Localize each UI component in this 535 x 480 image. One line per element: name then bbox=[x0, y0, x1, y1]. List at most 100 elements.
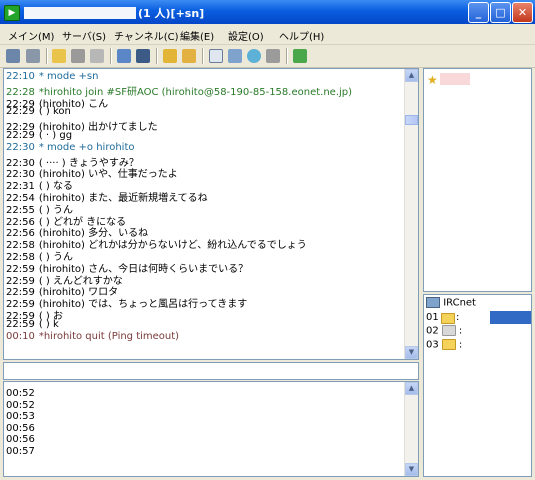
chat-message: (hirohito) 多分、いるね bbox=[38, 228, 149, 240]
server-node[interactable]: IRCnet bbox=[426, 297, 476, 309]
monitor-icon[interactable] bbox=[136, 49, 150, 63]
chat-message: ( ) えんどれすかな bbox=[38, 275, 123, 287]
channel-item[interactable]: 02 : bbox=[426, 325, 462, 337]
exit-icon[interactable] bbox=[293, 49, 307, 63]
chat-timestamp: 22:59 bbox=[6, 311, 35, 322]
server-name: IRCnet bbox=[443, 297, 476, 309]
lock-icon[interactable] bbox=[163, 49, 177, 63]
chat-timestamp: 22:55 bbox=[6, 204, 35, 216]
chat-message: ( ) どれが きになる bbox=[38, 216, 127, 228]
trash-icon[interactable] bbox=[266, 49, 280, 63]
folder-icon bbox=[441, 339, 456, 350]
redacted-nick[interactable] bbox=[440, 73, 470, 85]
channel-item[interactable]: 01 : bbox=[424, 311, 531, 324]
chat-message: (hirohito) さん、今日は何時くらいまでいる？ bbox=[38, 263, 249, 275]
menu-channel[interactable]: チャンネル(C) bbox=[114, 28, 179, 43]
chat-timestamp: 22:59 bbox=[6, 263, 35, 275]
channel-number: 01 bbox=[426, 312, 439, 323]
toolbar-separator bbox=[156, 48, 158, 64]
join-channel-icon[interactable] bbox=[52, 49, 66, 63]
menu-help[interactable]: ヘルプ(H) bbox=[279, 28, 324, 43]
connect-icon[interactable] bbox=[6, 49, 20, 63]
info-log-pane[interactable]: 00:57 00:56 00:56 00:53 00:52 00:52 ▲ ▼ bbox=[3, 381, 419, 477]
server-icon bbox=[426, 297, 440, 308]
channel-name: : bbox=[456, 312, 460, 323]
menu-edit[interactable]: 編集(E) bbox=[180, 28, 214, 43]
channel-name: : bbox=[458, 325, 463, 337]
channel-item[interactable]: 03 : bbox=[426, 339, 462, 351]
minimize-button[interactable]: _ bbox=[468, 2, 489, 23]
toolbar-separator bbox=[46, 48, 48, 64]
server-window-icon[interactable] bbox=[117, 49, 131, 63]
chat-message: *hirohito join #SF研AOC (hirohito@58-190-… bbox=[38, 86, 353, 98]
channel-number: 02 bbox=[426, 325, 439, 337]
part-channel-icon[interactable] bbox=[71, 49, 85, 63]
nick-list-pane[interactable]: ★ bbox=[423, 68, 532, 292]
scroll-up-button[interactable]: ▲ bbox=[405, 382, 418, 395]
chat-message: *hirohito quit (Ping timeout) bbox=[38, 330, 180, 342]
log-timestamp: 00:52 bbox=[6, 399, 35, 411]
log-timestamp: 00:53 bbox=[6, 411, 35, 422]
folder-icon bbox=[441, 325, 456, 336]
scroll-down-button[interactable]: ▼ bbox=[405, 463, 418, 476]
chat-message: (hirohito) また、最近新規増えてるね bbox=[38, 193, 208, 204]
chat-timestamp: 22:10 bbox=[6, 71, 35, 82]
channel-name: : bbox=[458, 339, 463, 351]
chat-message: (hirohito) では、ちょっと風呂は行ってきます bbox=[38, 299, 248, 311]
message-input[interactable] bbox=[3, 362, 419, 380]
chat-timestamp: 22:31 bbox=[6, 181, 35, 193]
chat-message: ( ) お bbox=[38, 311, 63, 322]
op-star-icon: ★ bbox=[427, 73, 438, 87]
toolbar-separator bbox=[202, 48, 204, 64]
menu-settings[interactable]: 設定(O) bbox=[228, 28, 264, 43]
chat-message: * mode +o hirohito bbox=[38, 141, 135, 153]
chat-timestamp: 22:54 bbox=[6, 193, 35, 204]
chat-timestamp: 22:56 bbox=[6, 216, 35, 228]
checklist-icon[interactable] bbox=[209, 49, 223, 63]
chat-log-pane[interactable]: 00:10 *hirohito quit (Ping timeout) 22:59(… bbox=[3, 68, 419, 360]
chat-line: 22:10 * mode +sn bbox=[6, 71, 98, 82]
log-timestamp: 00:52 bbox=[6, 388, 35, 399]
search-icon[interactable] bbox=[228, 49, 242, 63]
chat-timestamp: 22:30 bbox=[6, 169, 35, 181]
chat-timestamp: 22:58 bbox=[6, 252, 35, 263]
close-button[interactable]: ✕ bbox=[512, 2, 533, 23]
chat-message: (hirohito) ワロタ bbox=[38, 287, 119, 299]
chat-line: 22:30( ···· ) きょうやすみ？ bbox=[6, 154, 139, 169]
app-icon[interactable]: ▶ bbox=[4, 5, 20, 21]
maximize-button[interactable]: □ bbox=[490, 2, 511, 23]
title-bar[interactable]: ▶ (1 人)[+sn] _ □ ✕ bbox=[0, 0, 535, 24]
menu-main[interactable]: メイン(M) bbox=[8, 28, 54, 43]
disconnect-icon[interactable] bbox=[26, 49, 40, 63]
info-icon[interactable] bbox=[247, 49, 261, 63]
chat-timestamp: 22:56 bbox=[6, 228, 35, 240]
chat-timestamp: 22:59 bbox=[6, 275, 35, 287]
chat-message: ( ) うん bbox=[38, 204, 73, 216]
chat-message: (hirohito) こん bbox=[38, 98, 109, 110]
chat-line: 22:29 (hirohito) 出かけてました bbox=[6, 118, 158, 133]
scroll-down-button[interactable]: ▼ bbox=[405, 346, 418, 359]
channel-list-icon[interactable] bbox=[90, 49, 104, 63]
chat-message: (hirohito) いや、仕事だったよ bbox=[38, 169, 178, 181]
chat-line: 22:30 * mode +o hirohito bbox=[6, 142, 135, 153]
chat-line: 22:28 *hirohito join #SF研AOC (hirohito@58… bbox=[6, 83, 352, 98]
chat-timestamp: 22:59 bbox=[6, 287, 35, 299]
chat-message: (hirohito) どれかは分からないけど、紛れ込んでるでしょう bbox=[38, 240, 307, 252]
selected-highlight bbox=[490, 311, 531, 324]
chat-timestamp: 00:10 bbox=[6, 330, 35, 342]
log-timestamp: 00:56 bbox=[6, 434, 35, 445]
edit-icon[interactable] bbox=[182, 49, 196, 63]
window-title: (1 人)[+sn] bbox=[138, 7, 205, 20]
scroll-thumb[interactable] bbox=[405, 115, 418, 125]
chat-scrollbar[interactable]: ▲ ▼ bbox=[404, 69, 418, 359]
chat-timestamp: 22:58 bbox=[6, 240, 35, 252]
toolbar-separator bbox=[110, 48, 112, 64]
toolbar bbox=[0, 45, 535, 68]
chat-message: ( ) うん bbox=[38, 252, 73, 263]
chat-timestamp: 22:30 bbox=[6, 141, 35, 153]
channel-tree-pane[interactable]: IRCnet 01 : 02 : 03 : bbox=[423, 294, 532, 477]
scroll-up-button[interactable]: ▲ bbox=[405, 69, 418, 82]
log-scrollbar[interactable]: ▲ ▼ bbox=[404, 382, 418, 476]
menu-server[interactable]: サーバ(S) bbox=[62, 28, 106, 43]
chat-timestamp: 22:28 bbox=[6, 86, 35, 98]
